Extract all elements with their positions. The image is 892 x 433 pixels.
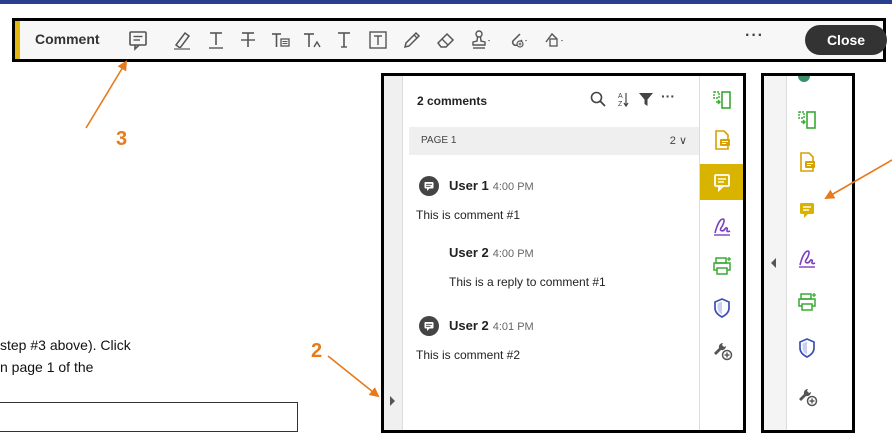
- comment-icon: [419, 316, 439, 336]
- attach-icon[interactable]: [507, 29, 529, 51]
- reply-author-name: User 2: [449, 245, 489, 260]
- sort-icon[interactable]: AZ: [613, 90, 631, 108]
- comments-more-button[interactable]: ···: [661, 88, 679, 106]
- comments-count: 2 comments: [417, 94, 488, 108]
- page-group-header[interactable]: PAGE 1 2 ∨: [409, 127, 699, 155]
- stamp-icon[interactable]: [470, 29, 492, 51]
- panel-expand-strip[interactable]: [764, 76, 787, 430]
- add-text-icon[interactable]: [333, 29, 355, 51]
- comment-icon: [419, 176, 439, 196]
- collapsed-tools-panel: [761, 73, 855, 433]
- instruction-box: [0, 402, 298, 432]
- comment-text: This is comment #2: [416, 348, 521, 362]
- comment-tool-icon[interactable]: [700, 164, 743, 200]
- comments-list: 2 comments AZ ··· PAGE 1 2 ∨ User 1 4:00 …: [403, 76, 699, 430]
- comment-toolbar: Comment ··· Close: [12, 18, 887, 62]
- filter-icon[interactable]: [637, 90, 655, 108]
- underline-text-icon[interactable]: [205, 29, 227, 51]
- comments-panel: 2 comments AZ ··· PAGE 1 2 ∨ User 1 4:00 …: [381, 73, 746, 433]
- instruction-line-1: step #3 above). Click: [0, 337, 131, 353]
- export-pdf-icon[interactable]: [787, 144, 827, 180]
- strikethrough-text-icon[interactable]: [237, 29, 259, 51]
- comment-author: User 2 4:01 PM: [449, 318, 534, 333]
- comment-time: 4:01 PM: [492, 321, 534, 333]
- svg-text:Z: Z: [618, 101, 623, 108]
- highlight-icon[interactable]: [171, 29, 193, 51]
- tools-rail: [699, 76, 743, 430]
- export-pdf-icon[interactable]: [700, 122, 743, 158]
- comment-tool-icon[interactable]: [787, 192, 827, 228]
- toolbar-accent: [15, 21, 20, 59]
- fill-sign-icon[interactable]: [787, 240, 827, 276]
- page-label: PAGE 1: [421, 135, 457, 146]
- print-production-icon[interactable]: [787, 284, 827, 320]
- reply-text: This is a reply to comment #1: [449, 275, 606, 289]
- arrow-to-sticky-note: [85, 60, 128, 129]
- protect-shield-icon[interactable]: [787, 330, 827, 366]
- protect-shield-icon[interactable]: [700, 290, 743, 326]
- organize-pages-icon[interactable]: [787, 102, 827, 138]
- shapes-icon[interactable]: [543, 29, 565, 51]
- top-border: [0, 0, 892, 4]
- comment-text: This is comment #1: [416, 208, 521, 222]
- page-comment-count[interactable]: 2 ∨: [670, 134, 687, 147]
- comment-author: User 1 4:00 PM: [449, 178, 534, 193]
- toolbar-title: Comment: [35, 31, 100, 47]
- callout-step-3: 3: [116, 128, 128, 150]
- customize-tools-icon[interactable]: [787, 378, 827, 414]
- comment-author-name: User 2: [449, 318, 489, 333]
- organize-pages-icon[interactable]: [700, 82, 743, 118]
- panel-collapse-strip[interactable]: [384, 76, 403, 430]
- eraser-icon[interactable]: [435, 29, 457, 51]
- customize-tools-icon[interactable]: [700, 332, 743, 368]
- reply-author: User 2 4:00 PM: [449, 245, 534, 260]
- search-icon[interactable]: [589, 90, 607, 108]
- text-box-icon[interactable]: [367, 29, 389, 51]
- rail-top-indicator: [798, 76, 810, 82]
- comment-author-name: User 1: [449, 178, 489, 193]
- expand-arrow-icon[interactable]: [390, 396, 395, 406]
- arrow-to-expand-strip: [327, 355, 380, 398]
- print-production-icon[interactable]: [700, 248, 743, 284]
- reply-time: 4:00 PM: [492, 248, 534, 260]
- instruction-line-2: n page 1 of the: [0, 359, 94, 375]
- pencil-icon[interactable]: [401, 29, 423, 51]
- insert-text-icon[interactable]: [301, 29, 323, 51]
- replace-text-icon[interactable]: [269, 29, 291, 51]
- more-tools-button[interactable]: ···: [745, 27, 764, 45]
- fill-sign-icon[interactable]: [700, 208, 743, 244]
- comment-time: 4:00 PM: [492, 181, 534, 193]
- svg-text:A: A: [618, 93, 623, 100]
- sticky-note-icon[interactable]: [127, 29, 149, 51]
- collapse-arrow-icon[interactable]: [771, 258, 776, 268]
- callout-step-2: 2: [311, 340, 323, 362]
- close-button[interactable]: Close: [805, 25, 887, 55]
